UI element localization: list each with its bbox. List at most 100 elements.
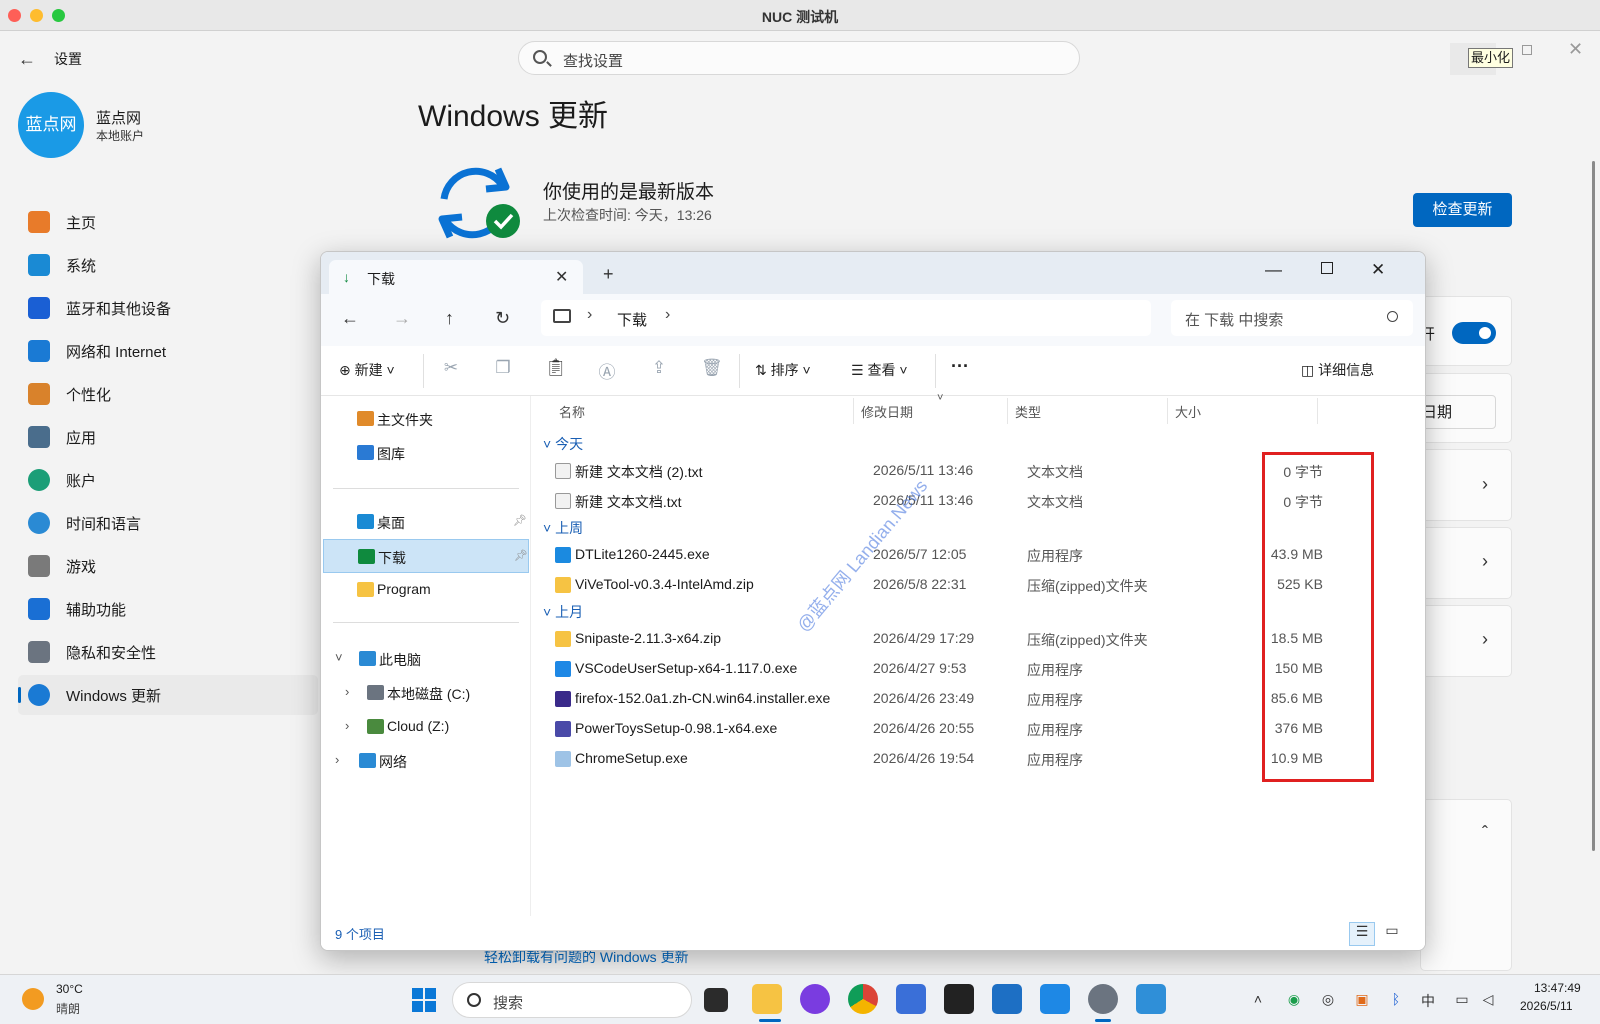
close-icon[interactable]: ✕ xyxy=(1371,260,1385,280)
new-button[interactable]: ⊕ 新建 ˅ xyxy=(339,360,395,380)
pin-icon[interactable]: 📌︎ xyxy=(513,514,527,527)
up-icon[interactable]: ↑ xyxy=(445,308,454,329)
back-icon[interactable]: ← xyxy=(341,308,359,329)
sidebar-item[interactable]: 蓝牙和其他设备 xyxy=(18,288,318,328)
tree-item[interactable]: › 网络 xyxy=(323,744,529,778)
clock-date[interactable]: 2026/5/11 xyxy=(1520,999,1573,1013)
chevron-right-icon[interactable]: › xyxy=(665,306,670,324)
sidebar-item[interactable]: 时间和语言 xyxy=(18,503,318,543)
refresh-icon[interactable]: ↻ xyxy=(495,308,510,329)
column-header-type[interactable]: 类型 xyxy=(1015,402,1041,421)
chevron-up-icon[interactable]: ˄ xyxy=(1250,991,1266,1007)
column-header-date[interactable]: 修改日期 xyxy=(861,402,913,421)
sun-icon[interactable] xyxy=(22,988,44,1010)
tree-item[interactable]: 下载 📌︎ xyxy=(323,539,529,573)
updates-toggle[interactable] xyxy=(1452,322,1496,344)
weather-temperature[interactable]: 30°C xyxy=(56,982,83,996)
details-pane-button[interactable]: ◫ 详细信息 xyxy=(1301,360,1374,380)
sidebar-item[interactable]: 辅助功能 xyxy=(18,589,318,629)
check-updates-button[interactable]: 检查更新 xyxy=(1413,193,1512,227)
sidebar-item[interactable]: 系统 xyxy=(18,245,318,285)
input-language[interactable]: 中 xyxy=(1420,991,1436,1009)
forward-icon[interactable]: → xyxy=(393,308,411,329)
vscode-icon[interactable] xyxy=(1040,984,1070,1014)
bluetooth-icon[interactable]: ᛒ xyxy=(1388,991,1404,1007)
chevron-right-icon[interactable]: › xyxy=(345,718,349,733)
task-view-icon[interactable] xyxy=(704,988,728,1012)
taskbar-search-input[interactable]: 搜索 xyxy=(452,982,692,1018)
chevron-right-icon[interactable]: › xyxy=(587,306,592,324)
network-icon[interactable]: ▭ xyxy=(1454,991,1470,1007)
sidebar-item[interactable]: 主页 xyxy=(18,202,318,242)
tree-item[interactable]: ˅ 此电脑 xyxy=(323,642,529,676)
minimize-icon[interactable]: — xyxy=(1265,260,1282,280)
close-icon[interactable]: ✕ xyxy=(1568,39,1583,60)
more-options-icon[interactable]: ··· xyxy=(951,356,969,377)
new-tab-icon[interactable]: + xyxy=(603,264,614,285)
back-arrow-icon[interactable]: ← xyxy=(18,49,36,70)
details-view-icon[interactable]: ☰ xyxy=(1349,922,1375,946)
copy-icon[interactable]: ❐ xyxy=(493,358,513,378)
chevron-right-icon[interactable]: › xyxy=(345,684,349,699)
pin-icon[interactable]: 📌︎ xyxy=(514,549,528,562)
sidebar-item[interactable]: 应用 xyxy=(18,417,318,457)
column-divider[interactable] xyxy=(1007,398,1008,424)
tree-item[interactable]: 图库 xyxy=(323,436,529,470)
tree-item[interactable]: Program xyxy=(323,573,529,607)
security-icon[interactable]: ◉ xyxy=(1286,991,1302,1007)
volume-icon[interactable]: ◁ xyxy=(1480,991,1496,1007)
settings-gear-icon[interactable] xyxy=(1088,984,1118,1014)
group-header[interactable]: ˅ 上月 xyxy=(543,602,583,622)
chevron-down-icon[interactable]: ˅ xyxy=(335,650,343,665)
sidebar-item[interactable]: 账户 xyxy=(18,460,318,500)
tree-item[interactable]: › Cloud (Z:) xyxy=(323,710,529,744)
column-divider[interactable] xyxy=(853,398,854,424)
settings-card[interactable] xyxy=(1420,605,1512,677)
avatar[interactable]: 蓝点网 xyxy=(18,92,84,158)
maximize-icon[interactable] xyxy=(1522,45,1532,55)
clock-time[interactable]: 13:47:49 xyxy=(1534,981,1581,995)
tree-item[interactable]: 桌面 📌︎ xyxy=(323,505,529,539)
close-tab-icon[interactable]: ✕ xyxy=(555,267,568,287)
weather-description[interactable]: 晴朗 xyxy=(56,1000,80,1017)
virtualbox-icon[interactable] xyxy=(992,984,1022,1014)
maximize-icon[interactable] xyxy=(1321,262,1333,274)
chevron-right-icon[interactable]: › xyxy=(335,752,339,767)
copilot-icon[interactable] xyxy=(1136,984,1166,1014)
tab-downloads[interactable]: ↓ 下载 ✕ xyxy=(329,260,583,294)
share-icon[interactable]: ⇪ xyxy=(649,358,669,378)
terminal-icon[interactable] xyxy=(944,984,974,1014)
address-bar[interactable]: › 下载 › xyxy=(541,300,1151,336)
delete-icon[interactable]: 🗑︎ xyxy=(701,358,723,378)
group-header[interactable]: ˅ 今天 xyxy=(543,434,583,454)
vpn-icon[interactable]: ◎ xyxy=(1320,991,1336,1007)
sidebar-item[interactable]: Windows 更新 xyxy=(18,675,318,715)
tree-item[interactable]: › 本地磁盘 (C:) xyxy=(323,676,529,710)
chevron-up-icon[interactable]: ˆ xyxy=(1482,823,1488,844)
column-divider[interactable] xyxy=(1167,398,1168,424)
cut-icon[interactable]: ✂ xyxy=(441,358,461,378)
paste-icon[interactable]: 📋︎ xyxy=(545,358,567,378)
group-header[interactable]: ˅ 上周 xyxy=(543,518,583,538)
settings-card[interactable] xyxy=(1420,449,1512,521)
sidebar-item[interactable]: 网络和 Internet xyxy=(18,331,318,371)
explorer-search-input[interactable]: 在 下载 中搜索 xyxy=(1171,300,1413,336)
rename-icon[interactable]: Ⓐ xyxy=(597,358,617,382)
remote-desktop-icon[interactable] xyxy=(896,984,926,1014)
settings-card[interactable] xyxy=(1420,527,1512,599)
settings-search-input[interactable]: 查找设置 xyxy=(518,41,1080,75)
tree-item[interactable]: 主文件夹 xyxy=(323,402,529,436)
file-explorer-icon[interactable] xyxy=(752,984,782,1014)
sidebar-item[interactable]: 隐私和安全性 xyxy=(18,632,318,672)
sort-button[interactable]: ⇅ 排序 ˅ xyxy=(755,360,811,380)
column-header-name[interactable]: 名称 xyxy=(559,402,585,421)
chrome-icon[interactable] xyxy=(848,984,878,1014)
firefox-icon[interactable] xyxy=(800,984,830,1014)
sidebar-item[interactable]: 游戏 xyxy=(18,546,318,586)
breadcrumb[interactable]: 下载 xyxy=(617,309,647,330)
app-tray-icon[interactable]: ▣ xyxy=(1354,991,1370,1007)
sidebar-item[interactable]: 个性化 xyxy=(18,374,318,414)
start-button[interactable] xyxy=(412,988,436,1012)
scrollbar[interactable] xyxy=(1592,161,1595,851)
column-divider[interactable] xyxy=(1317,398,1318,424)
